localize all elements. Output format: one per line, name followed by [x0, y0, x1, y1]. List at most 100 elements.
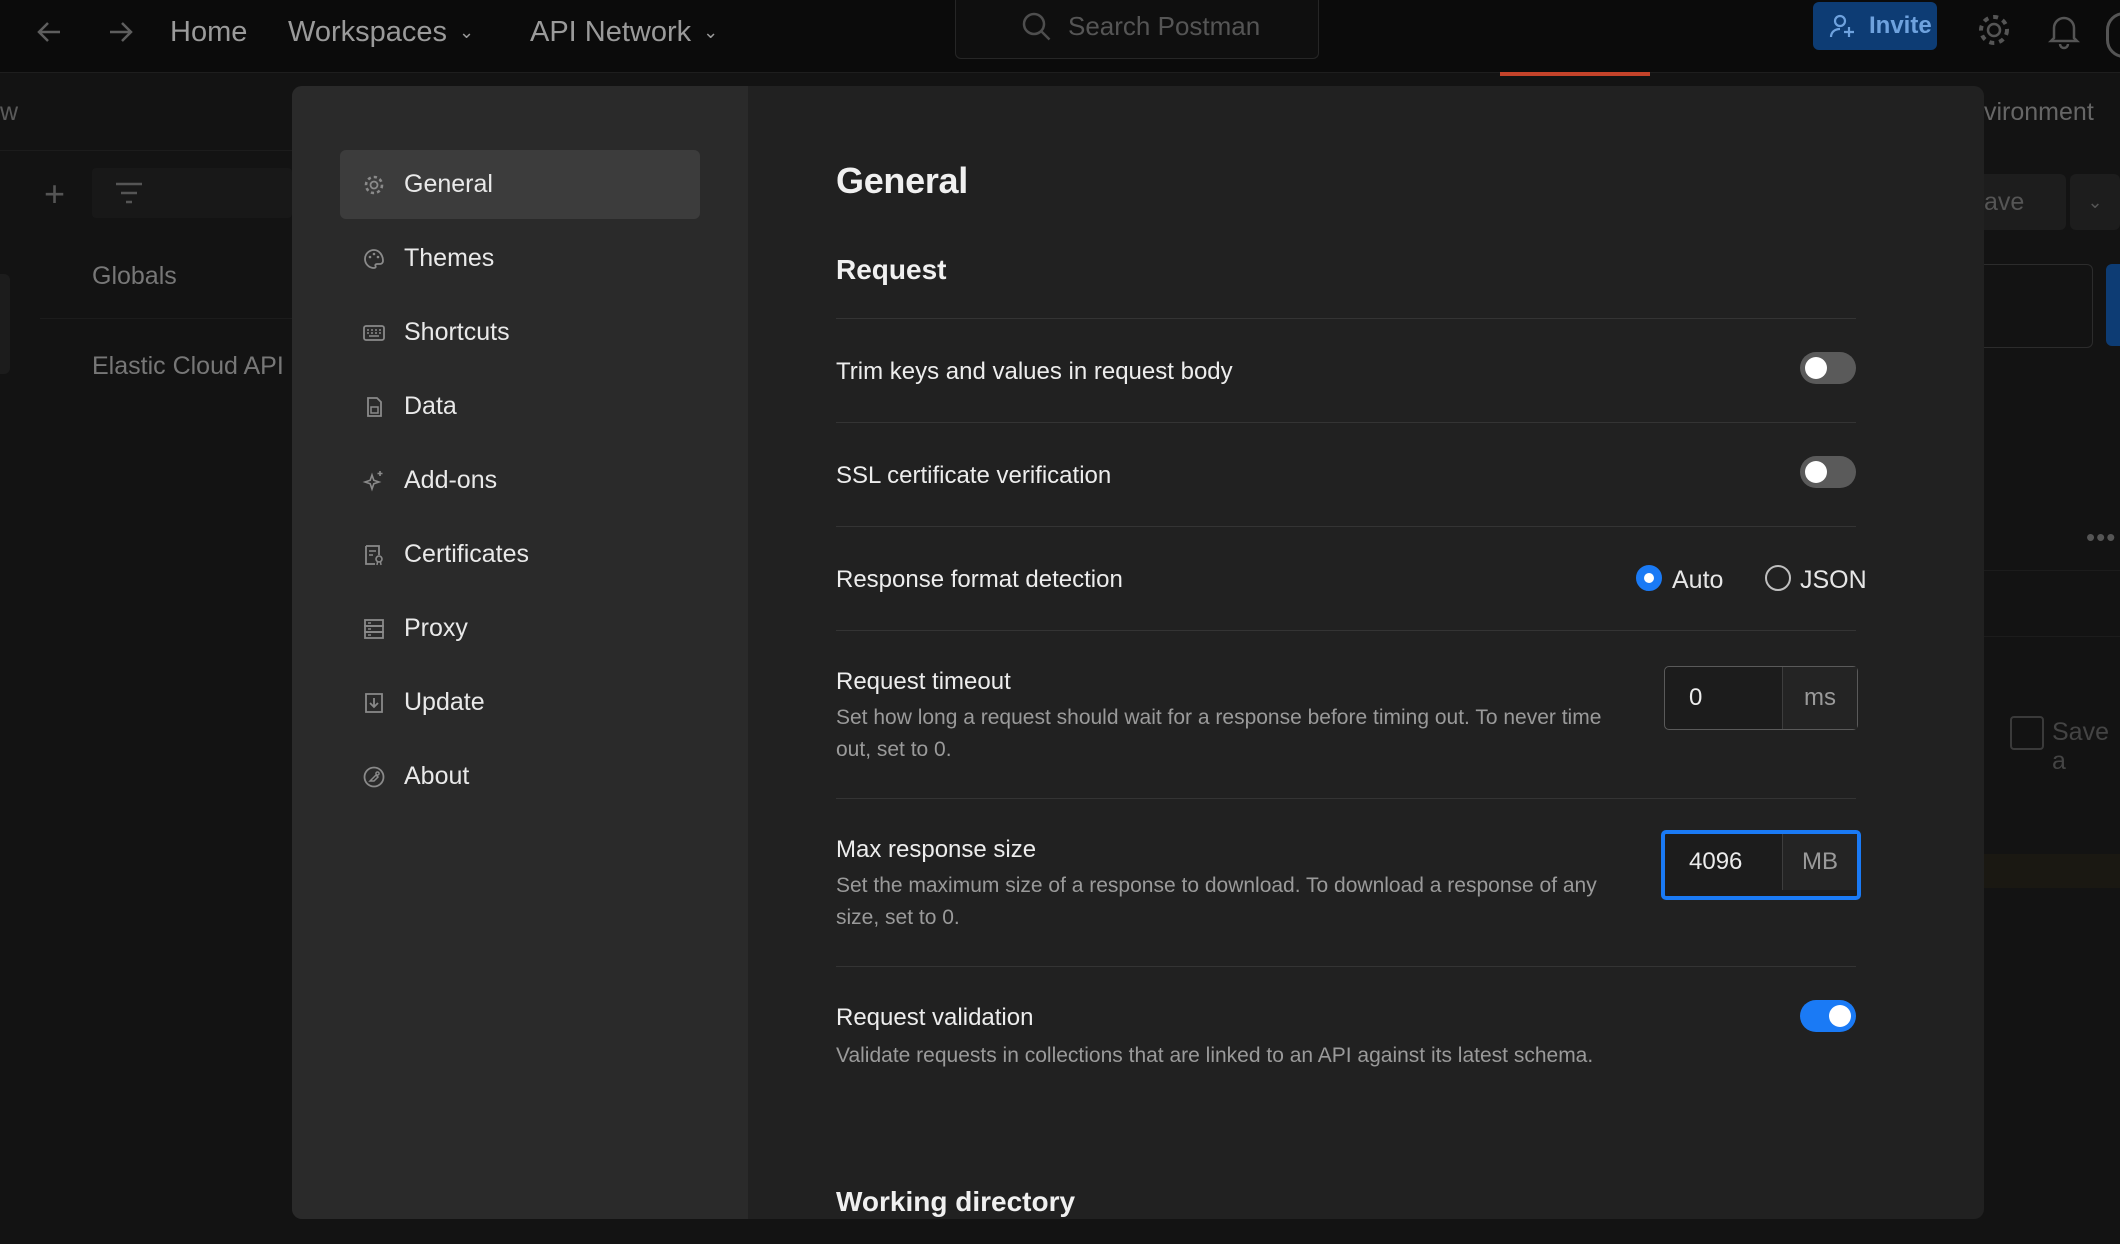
nav-workspaces-label: Workspaces: [288, 16, 448, 48]
divider: [836, 318, 1856, 319]
invite-button[interactable]: Invite: [1813, 2, 1937, 50]
chevron-down-icon[interactable]: ⌄: [2070, 174, 2120, 230]
nav-api-network-label: API Network: [530, 16, 692, 48]
bg-divider: [40, 318, 292, 319]
sidebar-item-label: Add-ons: [404, 466, 498, 494]
setting-timeout-label: Request timeout: [836, 668, 1011, 695]
bg-side-tab: [0, 274, 10, 374]
format-auto-label[interactable]: Auto: [1672, 566, 1723, 595]
sidebar-item-label: Themes: [404, 244, 495, 272]
nav-home-label: Home: [170, 16, 248, 48]
bg-edge-text: w: [0, 98, 19, 126]
toggle-knob: [1829, 1005, 1851, 1027]
toggle-knob: [1805, 461, 1827, 483]
settings-sidebar: General Themes Shortcuts Data Add-ons Ce…: [292, 86, 748, 1219]
sidebar-item-update[interactable]: Update: [340, 668, 700, 737]
bg-divider: [0, 150, 292, 151]
postman-logo-icon: [363, 766, 385, 788]
sidebar-item-label: Certificates: [404, 540, 530, 568]
gear-icon: [364, 175, 384, 195]
search-icon: [1022, 12, 1051, 41]
sidebar-item-label: General: [404, 170, 493, 198]
search-input[interactable]: Search Postman: [955, 0, 1319, 59]
bg-url-box[interactable]: [1984, 264, 2093, 348]
settings-content: General Request Trim keys and values in …: [748, 86, 1984, 1219]
timeout-value: 0: [1689, 684, 1703, 711]
keyboard-icon: [363, 325, 385, 341]
format-json-label[interactable]: JSON: [1800, 566, 1867, 595]
bg-save-as-label: Save a: [2052, 718, 2109, 775]
request-validation-toggle[interactable]: [1800, 1000, 1856, 1032]
bg-list-item[interactable]: Globals: [92, 262, 177, 291]
bg-divider: [1984, 636, 2120, 637]
setting-validation-description: Validate requests in collections that ar…: [836, 1044, 1594, 1067]
palette-icon: [364, 249, 384, 269]
max-size-unit: MB: [1782, 834, 1857, 890]
setting-trim-label: Trim keys and values in request body: [836, 358, 1233, 385]
format-auto-radio[interactable]: [1636, 565, 1662, 591]
sidebar-item-add-ons[interactable]: Add-ons: [340, 446, 700, 515]
trim-toggle[interactable]: [1800, 352, 1856, 384]
nav-workspaces[interactable]: Workspaces ⌄: [288, 10, 474, 54]
divider: [836, 798, 1856, 799]
database-icon: [367, 397, 382, 417]
ssl-verification-toggle[interactable]: [1800, 456, 1856, 488]
back-arrow-icon[interactable]: [28, 10, 72, 54]
certificate-icon: [365, 545, 383, 566]
bg-filter-box[interactable]: [92, 168, 292, 218]
section-heading-working-directory: Working directory: [836, 1186, 1076, 1217]
page-title: General: [836, 160, 968, 201]
bell-icon[interactable]: [2042, 8, 2086, 52]
sidebar-item-data[interactable]: Data: [340, 372, 700, 441]
sidebar-item-label: Update: [404, 688, 485, 716]
setting-max-size-label: Max response size: [836, 836, 1037, 863]
sidebar-item-shortcuts[interactable]: Shortcuts: [340, 298, 700, 367]
setting-format-label: Response format detection: [836, 566, 1123, 593]
filter-icon: [116, 182, 142, 204]
setting-validation-label: Request validation: [836, 1004, 1034, 1031]
setting-max-size-description: Set the maximum size of a response to do…: [836, 874, 1597, 929]
sidebar-item-label: Proxy: [404, 614, 468, 642]
bg-active-tab-indicator: [1500, 72, 1650, 76]
timeout-unit: ms: [1782, 667, 1857, 729]
forward-arrow-icon[interactable]: [98, 10, 142, 54]
bg-save-label: ave: [1984, 188, 2025, 216]
max-size-value: 4096: [1689, 848, 1743, 875]
sidebar-item-certificates[interactable]: Certificates: [340, 520, 700, 589]
bg-send-button[interactable]: [2106, 264, 2120, 346]
sidebar-item-general[interactable]: General: [340, 150, 700, 219]
nav-api-network[interactable]: API Network ⌄: [530, 10, 718, 54]
max-size-input[interactable]: 4096 MB: [1661, 830, 1861, 900]
bg-save-button[interactable]: ave: [1984, 174, 2066, 230]
sidebar-item-label: Shortcuts: [404, 318, 510, 346]
divider: [836, 422, 1856, 423]
sidebar-item-about[interactable]: About: [340, 742, 700, 811]
bg-banner: [1984, 854, 2120, 888]
bg-divider: [1984, 570, 2120, 571]
sparkle-icon: [362, 471, 383, 492]
nav-home[interactable]: Home: [170, 10, 247, 54]
settings-modal: General Themes Shortcuts Data Add-ons Ce…: [292, 86, 1984, 1219]
bg-list-item[interactable]: Elastic Cloud API: [92, 352, 284, 381]
section-heading-request: Request: [836, 254, 947, 285]
more-icon[interactable]: •••: [2086, 522, 2116, 553]
bg-tab-fragment: vironment: [1984, 98, 2094, 126]
server-icon: [364, 619, 384, 639]
sidebar-item-proxy[interactable]: Proxy: [340, 594, 700, 663]
plus-icon[interactable]: +: [44, 176, 65, 212]
setting-ssl-label: SSL certificate verification: [836, 462, 1112, 489]
divider: [836, 526, 1856, 527]
gear-icon[interactable]: [1972, 8, 2016, 52]
sidebar-item-themes[interactable]: Themes: [340, 224, 700, 293]
chevron-down-icon: ⌄: [703, 22, 719, 42]
sidebar-item-label: About: [404, 762, 470, 790]
chevron-down-icon: ⌄: [459, 22, 475, 42]
invite-label: Invite: [1869, 12, 1932, 39]
divider: [836, 630, 1856, 631]
format-json-radio[interactable]: [1765, 565, 1791, 591]
toggle-knob: [1805, 357, 1827, 379]
save-icon: [2010, 716, 2044, 750]
divider: [836, 966, 1856, 967]
timeout-input[interactable]: 0 ms: [1664, 666, 1858, 730]
sidebar-item-label: Data: [404, 392, 457, 420]
